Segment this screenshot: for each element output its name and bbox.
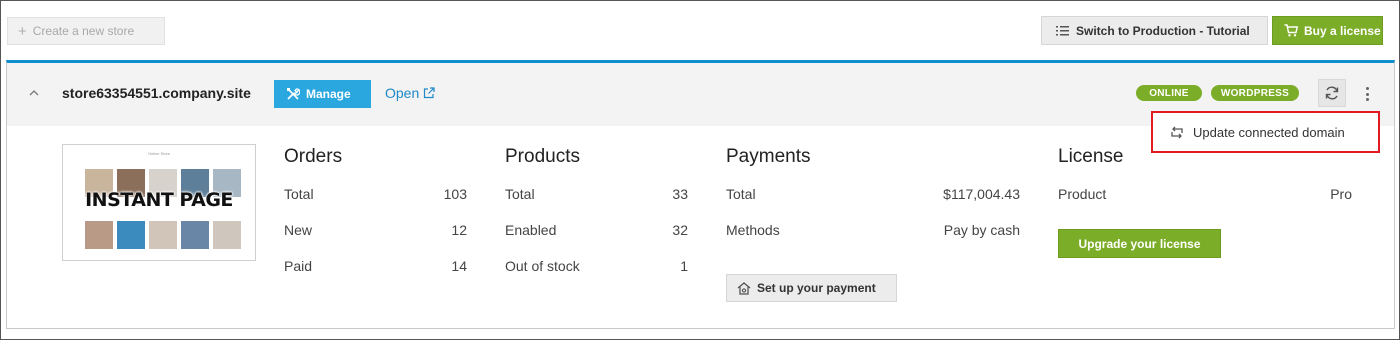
- cart-icon: [1284, 24, 1298, 37]
- row-label: Paid: [284, 258, 313, 274]
- chevron-up-icon[interactable]: [29, 89, 39, 96]
- row-label: Total: [284, 186, 314, 202]
- products-title: Products: [505, 146, 580, 167]
- license-row-product: Product Pro: [1058, 186, 1352, 202]
- row-value: 14: [451, 258, 467, 274]
- create-store-button[interactable]: + Create a new store: [7, 17, 165, 45]
- orders-title: Orders: [284, 146, 343, 167]
- row-label: Total: [726, 186, 756, 202]
- buy-license-label: Buy a license: [1304, 23, 1381, 38]
- row-label: Total: [505, 186, 535, 202]
- license-section: License: [1058, 146, 1124, 168]
- row-value: 32: [672, 222, 688, 238]
- row-value: $117,004.43: [943, 186, 1020, 202]
- more-options-icon[interactable]: [1362, 85, 1372, 103]
- home-settings-icon: [737, 281, 751, 295]
- refresh-icon: [1325, 86, 1339, 100]
- orders-row-new: New 12: [284, 222, 467, 238]
- store-card: store63354551.company.site Manage Open O…: [6, 60, 1395, 329]
- row-label: Product: [1058, 186, 1107, 202]
- payments-row-methods: Methods Pay by cash: [726, 222, 1020, 238]
- platform-badge-wordpress: WORDPRESS: [1211, 85, 1299, 101]
- thumbnail-overlay-text: INSTANT PAGE: [85, 189, 233, 211]
- row-label: Enabled: [505, 222, 557, 238]
- orders-row-total: Total 103: [284, 186, 467, 202]
- swap-icon: [1171, 126, 1183, 138]
- products-row-out-of-stock: Out of stock 1: [505, 258, 688, 274]
- app-frame: + Create a new store Switch to Productio…: [0, 0, 1400, 340]
- row-value: 12: [451, 222, 467, 238]
- license-title: License: [1058, 146, 1124, 167]
- row-value: 103: [443, 186, 467, 202]
- manage-label: Manage: [306, 87, 351, 101]
- store-thumbnail: Online Store INSTANT PAGE: [62, 144, 256, 261]
- products-row-total: Total 33: [505, 186, 688, 202]
- row-label: Methods: [726, 222, 780, 238]
- orders-row-paid: Paid 14: [284, 258, 467, 274]
- refresh-button[interactable]: [1318, 79, 1346, 107]
- payments-section: Payments: [726, 146, 810, 168]
- upgrade-license-button[interactable]: Upgrade your license: [1058, 229, 1221, 258]
- row-value: Pro: [1330, 186, 1352, 202]
- store-name: store63354551.company.site: [62, 85, 251, 101]
- create-store-label: Create a new store: [32, 24, 135, 38]
- thumbnail-title: Online Store: [147, 151, 171, 156]
- row-label: New: [284, 222, 313, 238]
- orders-section: Orders: [284, 146, 342, 168]
- payments-title: Payments: [726, 146, 811, 167]
- setup-payment-button[interactable]: Set up your payment: [726, 274, 897, 302]
- products-row-enabled: Enabled 32: [505, 222, 688, 238]
- tutorial-label: Switch to Production - Tutorial: [1076, 23, 1250, 38]
- open-label: Open: [385, 85, 420, 101]
- manage-button[interactable]: Manage: [274, 80, 371, 108]
- row-value: 1: [680, 258, 688, 274]
- plus-icon: +: [18, 22, 27, 40]
- buy-license-button[interactable]: Buy a license: [1272, 16, 1383, 45]
- setup-payment-label: Set up your payment: [757, 281, 876, 295]
- tools-icon: [287, 88, 300, 100]
- open-store-link[interactable]: Open: [385, 85, 435, 101]
- row-value: Pay by cash: [943, 222, 1020, 238]
- switch-to-production-tutorial-button[interactable]: Switch to Production - Tutorial: [1041, 16, 1268, 45]
- payments-row-total: Total $117,004.43: [726, 186, 1020, 202]
- update-domain-label: Update connected domain: [1193, 124, 1345, 140]
- list-icon: [1056, 26, 1069, 36]
- external-link-icon: [424, 87, 435, 99]
- row-label: Out of stock: [505, 258, 580, 274]
- row-value: 33: [672, 186, 688, 202]
- products-section: Products: [505, 146, 580, 168]
- status-badge-online: ONLINE: [1136, 85, 1202, 101]
- update-connected-domain-menu-item[interactable]: Update connected domain: [1151, 111, 1380, 153]
